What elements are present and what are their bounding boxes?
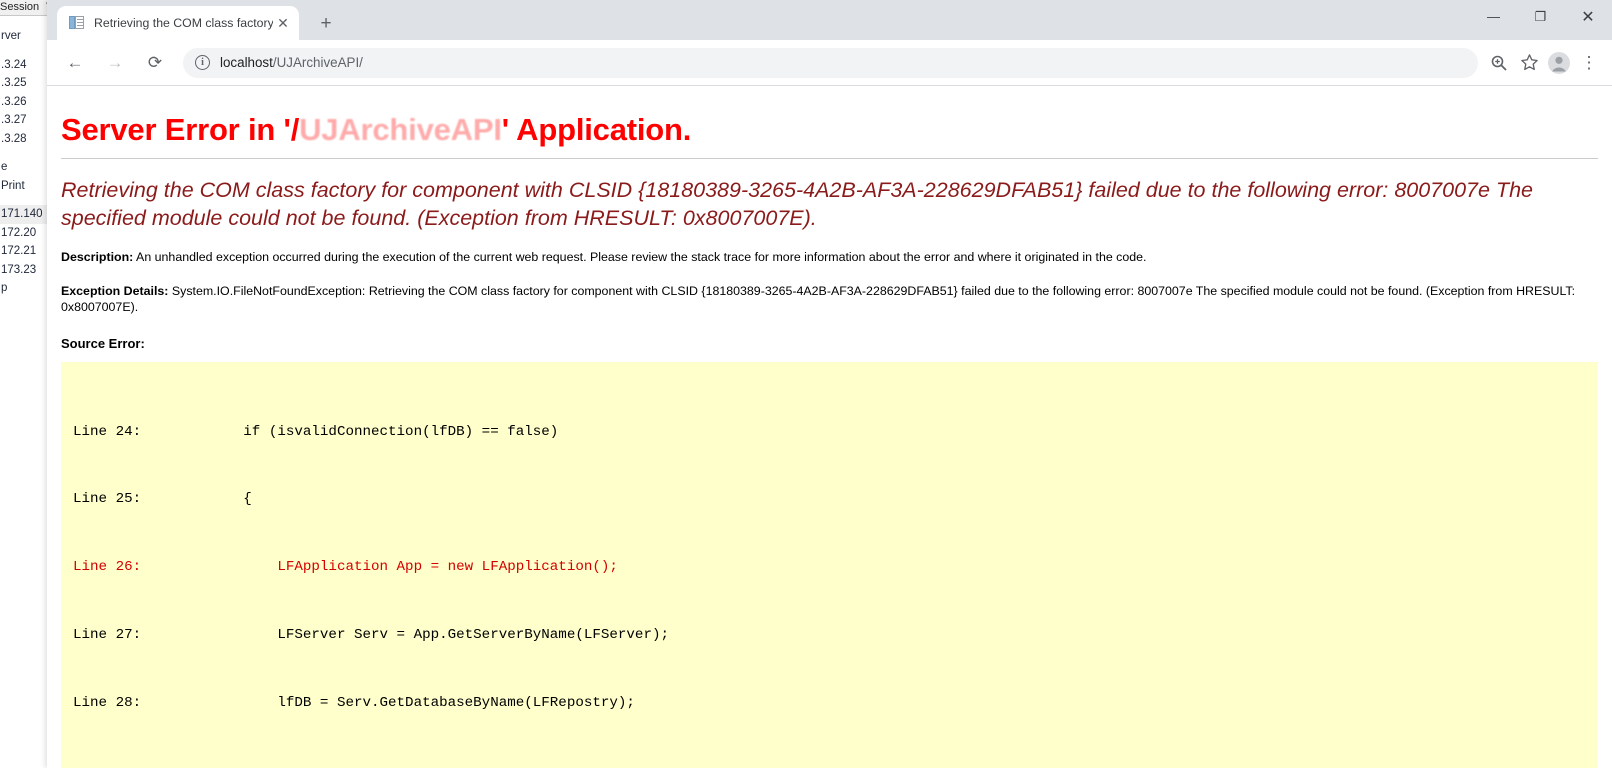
page-content: Server Error in '/UJArchiveAPI' Applicat… <box>47 86 1612 768</box>
profile-avatar-icon[interactable] <box>1544 48 1574 78</box>
bookmark-star-icon[interactable] <box>1514 48 1544 78</box>
code-line: Line 24: if (isvalidConnection(lfDB) == … <box>73 421 1598 444</box>
title-divider <box>61 158 1598 159</box>
back-button[interactable]: ← <box>59 47 91 79</box>
code-line-label: Line 28: <box>73 694 142 711</box>
browser-tab[interactable]: Retrieving the COM class factory ✕ <box>57 6 299 40</box>
tab-strip: Retrieving the COM class factory ✕ + — ❐… <box>47 0 1612 40</box>
tab-title: Retrieving the COM class factory <box>94 16 273 30</box>
site-info-icon[interactable]: i <box>195 55 210 70</box>
code-line-label: Line 27: <box>73 627 142 644</box>
code-line-label: Line 25: <box>73 491 142 508</box>
exception-details-paragraph: Exception Details: System.IO.FileNotFoun… <box>61 283 1598 316</box>
code-line: Line 28: lfDB = Serv.GetDatabaseByName(L… <box>73 692 1598 715</box>
minimize-button[interactable]: — <box>1470 0 1517 33</box>
code-line: Line 27: LFServer Serv = App.GetServerBy… <box>73 624 1598 647</box>
code-line-text: { <box>141 491 252 508</box>
title-prefix: Server Error in '/ <box>61 112 300 147</box>
code-line-text: lfDB = Serv.GetDatabaseByName(LFRepostry… <box>141 694 635 711</box>
browser-menu-icon[interactable]: ⋮ <box>1574 48 1604 78</box>
close-window-button[interactable]: ✕ <box>1564 0 1612 33</box>
url-host: localhost <box>220 55 273 70</box>
code-line-label: Line 26: <box>73 559 142 576</box>
description-paragraph: Description: An unhandled exception occu… <box>61 249 1598 266</box>
address-bar-url: localhost/UJArchiveAPI/ <box>220 55 363 70</box>
page-title: Server Error in '/UJArchiveAPI' Applicat… <box>61 112 1598 148</box>
exception-details-label: Exception Details: <box>61 283 169 298</box>
menu-item-session[interactable]: Session <box>0 1 46 13</box>
code-line-text: LFServer Serv = App.GetServerByName(LFSe… <box>141 627 669 644</box>
exception-details-text: System.IO.FileNotFoundException: Retriev… <box>61 283 1576 315</box>
title-app-name-redacted: UJArchiveAPI <box>299 112 502 147</box>
source-error-code-block: Line 24: if (isvalidConnection(lfDB) == … <box>61 361 1598 768</box>
code-line-text: LFApplication App = new LFApplication(); <box>141 559 618 576</box>
forward-button[interactable]: → <box>99 47 131 79</box>
code-line-text: if (isvalidConnection(lfDB) == false) <box>141 423 559 440</box>
browser-window: Retrieving the COM class factory ✕ + — ❐… <box>47 0 1612 768</box>
close-tab-icon[interactable]: ✕ <box>273 13 293 33</box>
code-line-label: Line 24: <box>73 423 142 440</box>
page-favicon-icon <box>69 15 85 31</box>
description-text: An unhandled exception occurred during t… <box>133 250 1147 264</box>
title-suffix: ' Application. <box>501 112 692 147</box>
window-controls: — ❐ ✕ <box>1470 0 1612 40</box>
address-bar[interactable]: i localhost/UJArchiveAPI/ <box>183 47 1478 78</box>
browser-toolbar: ← → ⟳ i localhost/UJArchiveAPI/ ⋮ <box>47 40 1612 86</box>
description-label: Description: <box>61 250 134 264</box>
code-line-highlighted: Line 26: LFApplication App = new LFAppli… <box>73 556 1598 579</box>
code-line: Line 25: { <box>73 488 1598 511</box>
error-message: Retrieving the COM class factory for com… <box>61 178 1533 230</box>
reload-button[interactable]: ⟳ <box>139 47 171 79</box>
url-path: /UJArchiveAPI/ <box>272 55 363 70</box>
zoom-in-icon[interactable] <box>1484 48 1514 78</box>
new-tab-button[interactable]: + <box>313 11 339 37</box>
source-error-label: Source Error: <box>61 335 145 351</box>
maximize-button[interactable]: ❐ <box>1517 0 1564 33</box>
